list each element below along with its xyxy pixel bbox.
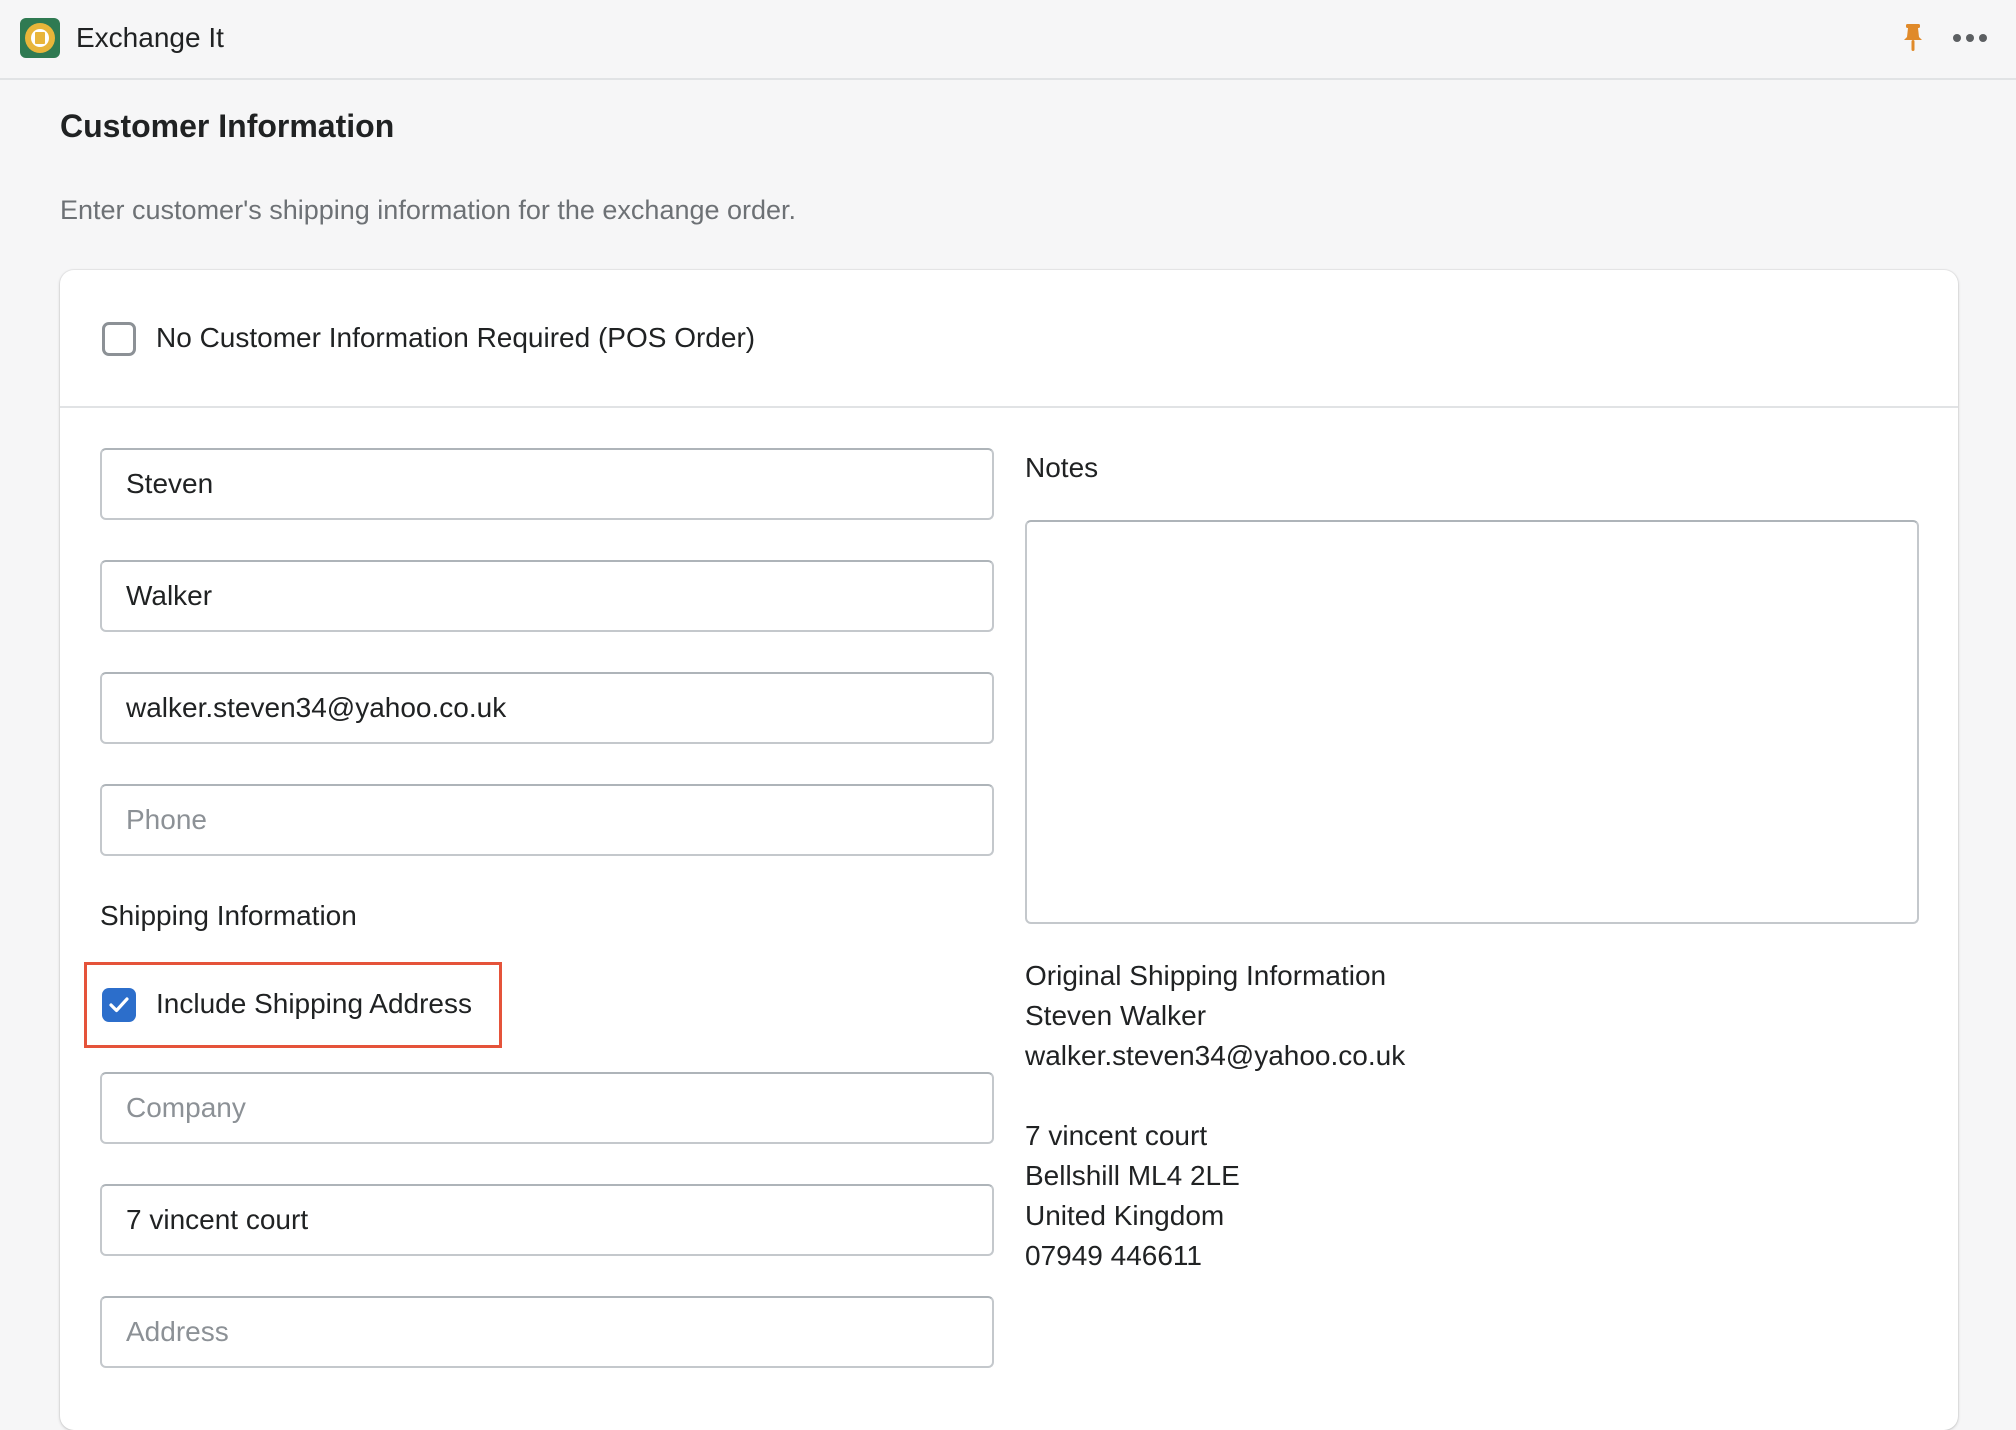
app-header: Exchange It <box>0 0 2016 80</box>
original-shipping-heading: Original Shipping Information <box>1025 960 1387 991</box>
exchange-it-logo-icon <box>20 18 60 58</box>
pos-order-checkbox-label[interactable]: No Customer Information Required (POS Or… <box>156 320 755 356</box>
company-field[interactable] <box>100 1072 994 1144</box>
notes-textarea[interactable] <box>1025 520 1919 924</box>
include-shipping-checkbox[interactable] <box>102 988 136 1022</box>
page-subtitle: Enter customer's shipping information fo… <box>60 195 797 225</box>
address-line2-field[interactable] <box>100 1296 994 1368</box>
phone-field[interactable] <box>100 784 994 856</box>
email-field[interactable] <box>100 672 994 744</box>
original-shipping-phone: 07949 446611 <box>1025 1240 1202 1271</box>
shipping-section-label: Shipping Information <box>100 900 357 931</box>
address-line1-field[interactable] <box>100 1184 994 1256</box>
last-name-field[interactable] <box>100 560 994 632</box>
checkmark-icon <box>109 997 129 1013</box>
pin-icon[interactable] <box>1901 22 1925 54</box>
original-shipping-city: Bellshill ML4 2LE <box>1025 1160 1240 1191</box>
app-title: Exchange It <box>76 22 224 53</box>
original-shipping-name: Steven Walker <box>1025 1000 1207 1031</box>
include-shipping-label[interactable]: Include Shipping Address <box>156 986 472 1022</box>
notes-label: Notes <box>1025 452 1099 483</box>
original-shipping-email: walker.steven34@yahoo.co.uk <box>1025 1040 1406 1071</box>
card-divider <box>60 406 1958 408</box>
pos-order-checkbox[interactable] <box>102 322 136 356</box>
page-title: Customer Information <box>60 108 395 144</box>
original-shipping-country: United Kingdom <box>1025 1200 1225 1231</box>
original-shipping-street: 7 vincent court <box>1025 1120 1208 1151</box>
first-name-field[interactable] <box>100 448 994 520</box>
more-horizontal-icon[interactable] <box>1952 28 1988 48</box>
